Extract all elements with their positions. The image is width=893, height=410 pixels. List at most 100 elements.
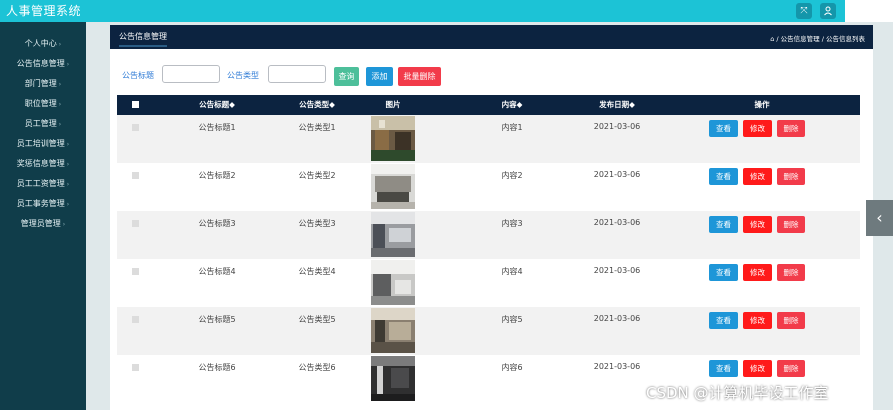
collapse-panel-button[interactable]: ‹ [866,200,893,236]
sidebar-item-label: 员工事务管理 [16,199,65,208]
row-checkbox[interactable] [132,172,139,179]
cell-date: 2021-03-06 [593,362,641,371]
cell-type: 公告类型1 [298,123,336,132]
chevron-right-icon: › [58,121,62,128]
table-row: 公告标题1 公告类型1 内容1 2021-03-06 查看 修改 删除 [117,115,860,163]
sidebar-item-rewards[interactable]: 奖惩信息管理 › [0,154,86,174]
column-actions: 操作 [754,100,770,109]
delete-button[interactable]: 删除 [777,168,805,185]
sidebar-item-label: 职位管理 [24,99,57,108]
query-button[interactable]: 查询 [334,67,359,86]
sidebar-item-training[interactable]: 员工培训管理 › [0,134,86,154]
announcement-image [371,212,415,257]
table-row: 公告标题2 公告类型2 内容2 2021-03-06 查看 修改 删除 [117,163,860,211]
delete-button[interactable]: 删除 [777,360,805,377]
sidebar-item-label: 公告信息管理 [16,59,65,68]
batch-delete-button[interactable]: 批量删除 [398,67,441,86]
panel-header: 公告信息管理 ⌂ / 公告信息管理 / 公告信息列表 [110,25,873,49]
edit-button[interactable]: 修改 [743,360,772,377]
home-icon[interactable]: ⌂ [770,35,774,43]
type-filter-input[interactable] [268,65,326,83]
content-panel: 公告信息管理 ⌂ / 公告信息管理 / 公告信息列表 公告标题 公告类型 查询 … [110,25,873,410]
announcement-image [371,308,415,353]
add-button[interactable]: 添加 [366,67,393,86]
select-all-checkbox[interactable] [132,101,139,108]
sidebar-item-departments[interactable]: 部门管理 › [0,74,86,94]
sidebar-item-label: 个人中心 [24,39,57,48]
cell-title: 公告标题2 [198,171,236,180]
edit-button[interactable]: 修改 [743,312,772,329]
breadcrumb-path: / 公告信息管理 / 公告信息列表 [776,35,865,43]
cell-type: 公告类型3 [298,219,336,228]
view-button[interactable]: 查看 [709,312,738,329]
sidebar-item-label: 部门管理 [24,79,57,88]
column-type[interactable]: 公告类型◆ [272,95,362,115]
cell-content: 内容1 [501,123,523,132]
announcement-image [371,164,415,209]
cell-type: 公告类型6 [298,363,336,372]
row-checkbox[interactable] [132,364,139,371]
cell-title: 公告标题3 [198,219,236,228]
edit-button[interactable]: 修改 [743,216,772,233]
cell-date: 2021-03-06 [593,218,641,227]
edit-button[interactable]: 修改 [743,264,772,281]
chevron-right-icon: › [58,41,62,48]
table-row: 公告标题4 公告类型4 内容4 2021-03-06 查看 修改 删除 [117,259,860,307]
cell-date: 2021-03-06 [593,170,641,179]
sidebar-item-employees[interactable]: 员工管理 › [0,114,86,134]
title-filter-input[interactable] [162,65,220,83]
cell-date: 2021-03-06 [593,314,641,323]
sidebar-item-positions[interactable]: 职位管理 › [0,94,86,114]
chevron-right-icon: › [66,181,70,188]
view-button[interactable]: 查看 [709,120,738,137]
row-checkbox[interactable] [132,124,139,131]
row-checkbox[interactable] [132,316,139,323]
column-title[interactable]: 公告标题◆ [172,95,262,115]
delete-button[interactable]: 删除 [777,216,805,233]
sidebar-item-announcements[interactable]: 公告信息管理 › [0,54,86,74]
view-button[interactable]: 查看 [709,264,738,281]
sidebar-item-salary[interactable]: 员工工资管理 › [0,174,86,194]
cell-content: 内容5 [501,315,523,324]
announcement-image [371,116,415,161]
sidebar-item-personal-center[interactable]: 个人中心 › [0,34,86,54]
view-button[interactable]: 查看 [709,360,738,377]
top-bar: 人事管理系统 ⤧ [0,0,845,22]
cell-title: 公告标题4 [198,267,236,276]
table-row: 公告标题3 公告类型3 内容3 2021-03-06 查看 修改 删除 [117,211,860,259]
row-checkbox[interactable] [132,220,139,227]
cell-content: 内容3 [501,219,523,228]
breadcrumb: ⌂ / 公告信息管理 / 公告信息列表 [770,33,865,43]
column-content[interactable]: 内容◆ [467,95,557,115]
user-icon[interactable] [820,3,836,19]
chevron-right-icon: › [58,81,62,88]
delete-button[interactable]: 删除 [777,312,805,329]
cell-content: 内容4 [501,267,523,276]
expand-icon[interactable]: ⤧ [796,3,812,19]
cell-title: 公告标题6 [198,363,236,372]
sidebar-item-affairs[interactable]: 员工事务管理 › [0,194,86,214]
panel-title: 公告信息管理 [119,31,167,47]
chevron-right-icon: › [62,221,66,228]
view-button[interactable]: 查看 [709,168,738,185]
watermark: CSDN @计算机毕设工作室 [646,384,829,402]
sidebar-item-label: 奖惩信息管理 [16,159,65,168]
delete-button[interactable]: 删除 [777,120,805,137]
delete-button[interactable]: 删除 [777,264,805,281]
view-button[interactable]: 查看 [709,216,738,233]
column-image: 图片 [385,100,401,109]
announcement-image [371,260,415,305]
sidebar-item-label: 员工管理 [24,119,57,128]
sidebar-item-admins[interactable]: 管理员管理 › [0,214,86,234]
table-header: 公告标题◆ 公告类型◆ 图片 内容◆ 发布日期◆ 操作 [117,95,860,115]
chevron-right-icon: › [66,141,70,148]
type-filter-label: 公告类型 [227,71,259,80]
sidebar: 个人中心 › 公告信息管理 › 部门管理 › 职位管理 › 员工管理 › 员工培训管理 › … [0,22,86,410]
edit-button[interactable]: 修改 [743,168,772,185]
row-checkbox[interactable] [132,268,139,275]
edit-button[interactable]: 修改 [743,120,772,137]
column-date[interactable]: 发布日期◆ [572,95,662,115]
cell-date: 2021-03-06 [593,122,641,131]
chevron-left-icon: ‹ [876,208,883,227]
cell-type: 公告类型5 [298,315,336,324]
